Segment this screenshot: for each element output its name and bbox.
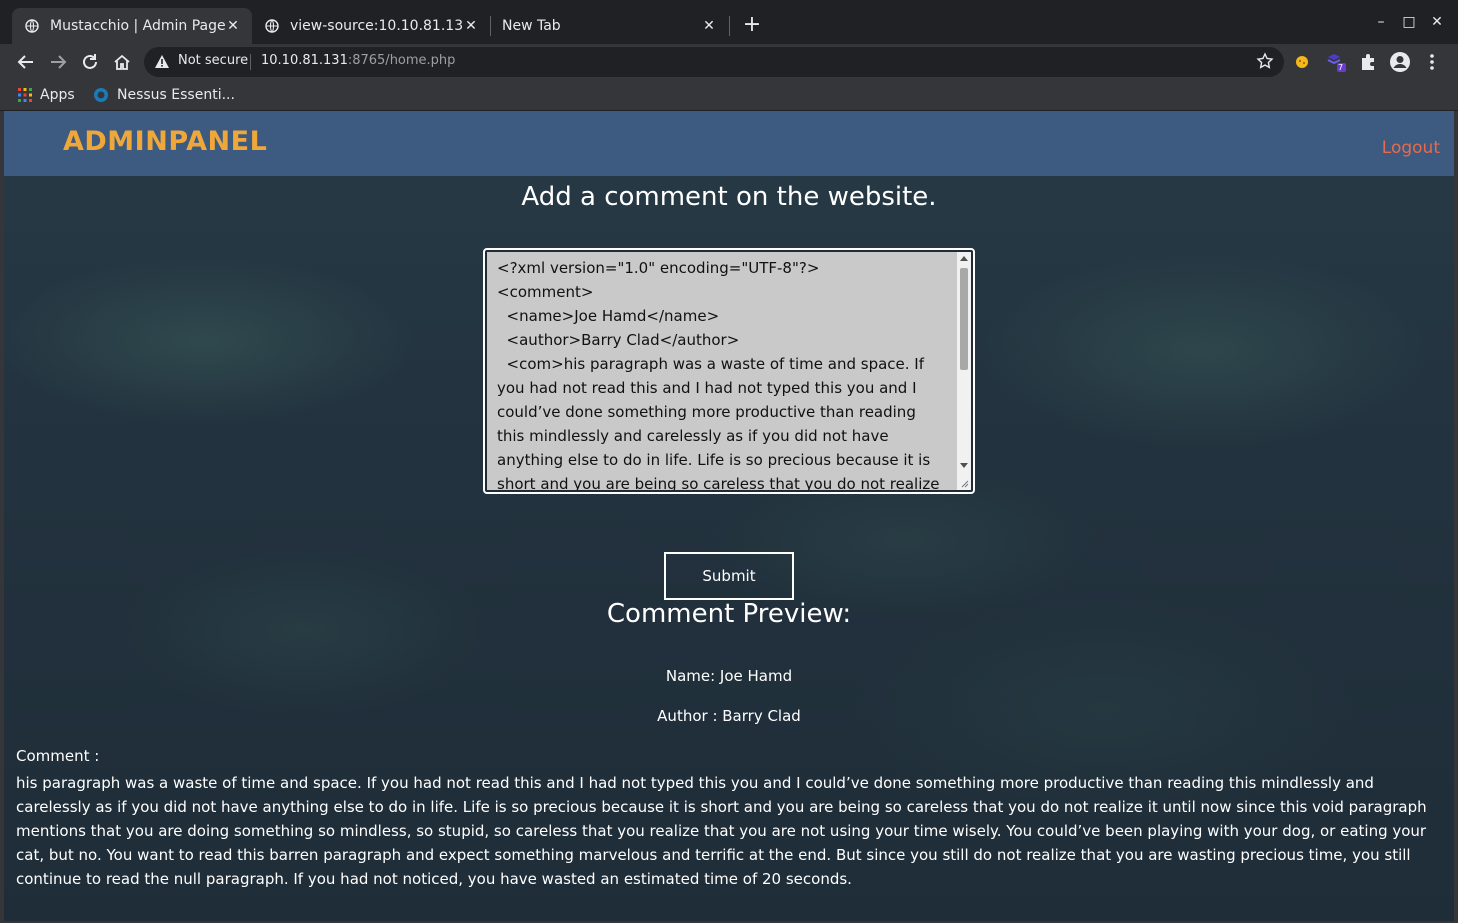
close-window-button[interactable]: ✕ [1425,10,1449,34]
tab-divider [729,16,730,36]
tab-title: view-source:10.10.81.131: [290,18,462,34]
reload-button[interactable] [76,48,104,76]
home-button[interactable] [108,48,136,76]
globe-icon [264,18,280,34]
minimize-button[interactable]: – [1369,10,1393,34]
textarea-scrollbar[interactable] [957,252,971,490]
preview-comment-text: his paragraph was a waste of time and sp… [16,774,1427,888]
home-icon [114,54,130,70]
resize-grip-icon [961,480,969,488]
admin-navbar: ADMINPANEL Logout [4,111,1454,176]
xml-line: <?xml version="1.0" encoding="UTF-8"?> [497,259,820,277]
xml-line: <author>Barry Clad</author> [497,331,740,349]
forward-button[interactable] [44,48,72,76]
tab-new-tab[interactable]: New Tab ✕ [490,8,728,44]
kebab-menu-icon [1430,54,1434,70]
scroll-up-arrow-icon[interactable] [960,256,968,261]
close-tab-icon[interactable]: ✕ [462,17,480,35]
url-text[interactable]: 10.10.81.131:8765/home.php [261,53,455,68]
avatar-icon [1390,52,1410,72]
bookmark-apps[interactable]: Apps [18,84,75,106]
security-label[interactable]: Not secure [178,53,248,68]
tab-view-source[interactable]: view-source:10.10.81.131: ✕ [252,8,490,44]
bookmarks-bar: Apps Nessus Essenti... [0,80,1458,111]
menu-button[interactable] [1418,48,1446,76]
logout-link[interactable]: Logout [1382,138,1440,158]
forward-arrow-icon [51,55,67,69]
omnibox-divider [250,54,251,70]
preview-heading: Comment Preview: [606,599,852,629]
browser-toolbar: Not secure 10.10.81.131:8765/home.php 7 [0,44,1458,80]
preview-author: Author : Barry Clad [657,707,801,725]
nessus-icon [93,87,109,103]
tab-title: New Tab [502,18,561,34]
puzzle-icon [1362,54,1374,70]
bookmark-label: Apps [40,87,75,103]
brand-logo[interactable]: ADMINPANEL [63,126,267,157]
bookmark-label: Nessus Essenti... [117,87,235,103]
xml-textarea-frame: <?xml version="1.0" encoding="UTF-8"?> <c… [483,248,975,494]
extension-cookie-button[interactable] [1288,48,1316,76]
globe-icon [24,18,40,34]
url-path: :8765/home.php [347,53,456,68]
close-tab-icon[interactable]: ✕ [224,17,242,35]
form-heading: Add a comment on the website. [521,182,937,212]
scroll-down-arrow-icon[interactable] [960,463,968,468]
extension-purple-button[interactable]: 7 [1322,48,1350,76]
apps-grid-icon [18,88,32,102]
warning-icon[interactable] [154,54,170,73]
extensions-button[interactable] [1354,48,1382,76]
close-tab-icon[interactable]: ✕ [700,17,718,35]
bookmark-star-icon[interactable] [1256,52,1274,74]
new-tab-button[interactable]: + [740,13,764,37]
profile-button[interactable] [1386,48,1414,76]
maximize-button[interactable]: □ [1397,10,1421,34]
xml-line: <comment> [497,283,594,301]
preview-name: Name: Joe Hamd [665,667,793,685]
xml-line: <name>Joe Hamd</name> [497,307,720,325]
tab-strip: Mustacchio | Admin Page ✕ view-source:10… [0,0,1458,44]
submit-button[interactable]: Submit [664,552,794,600]
preview-comment-label: Comment : [16,747,100,765]
xml-line: <com>his paragraph was a waste of time a… [497,355,940,490]
web-page: ADMINPANEL Logout Add a comment on the w… [4,111,1454,921]
scroll-thumb[interactable] [960,268,968,370]
bookmark-nessus[interactable]: Nessus Essenti... [93,84,235,106]
browser-window: Mustacchio | Admin Page ✕ view-source:10… [0,0,1458,923]
tab-admin-page[interactable]: Mustacchio | Admin Page ✕ [12,8,252,44]
reload-icon [83,54,97,69]
address-bar[interactable]: Not secure 10.10.81.131:8765/home.php [144,47,1284,77]
xml-comment-textarea[interactable]: <?xml version="1.0" encoding="UTF-8"?> <c… [487,252,957,490]
wappalyzer-extension-icon [1327,54,1346,72]
extension-badge: 7 [1338,63,1344,72]
back-arrow-icon [17,55,33,69]
back-button[interactable] [12,48,40,76]
cookie-extension-icon [1296,56,1308,68]
tab-title: Mustacchio | Admin Page [50,18,226,34]
url-host: 10.10.81.131 [261,53,348,68]
